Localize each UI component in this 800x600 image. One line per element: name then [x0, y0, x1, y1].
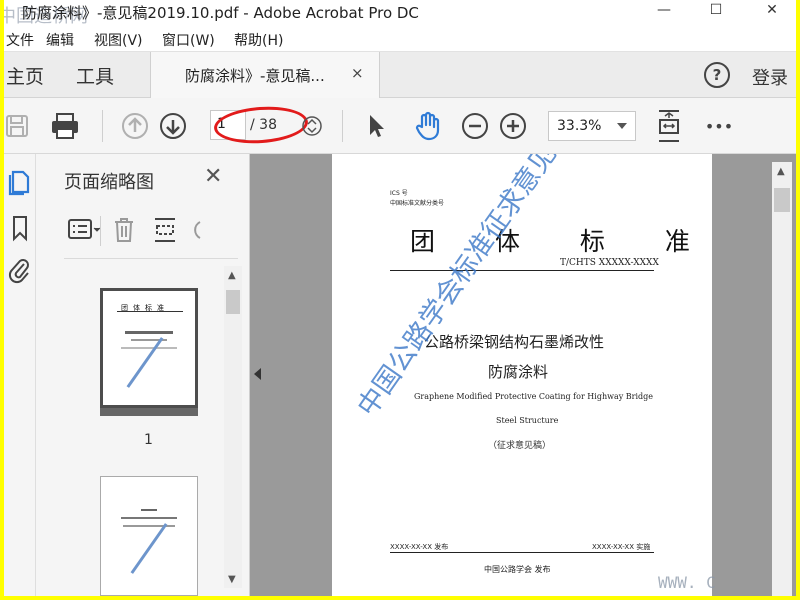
english-title-line-1: Graphene Modified Protective Coating for… — [414, 392, 654, 401]
save-icon[interactable] — [4, 98, 30, 154]
previous-page-icon[interactable] — [120, 98, 150, 154]
document-scrollbar[interactable]: ▲ — [772, 162, 792, 596]
close-panel-button[interactable]: ✕ — [204, 164, 222, 189]
thumbnails-panel: 页面缩略图 ✕ 团体标准 1 ▲ ▼ — [36, 154, 250, 596]
page-thumbnails-icon[interactable] — [8, 168, 32, 196]
toolbar: 1 / 38 33.3% ••• — [4, 98, 796, 154]
chevron-up-icon[interactable]: ▲ — [777, 166, 785, 177]
help-icon[interactable]: ? — [704, 62, 730, 88]
thumbnail-page-number: 1 — [144, 432, 153, 448]
print-icon[interactable] — [48, 98, 82, 154]
scrollbar-thumb[interactable] — [774, 188, 790, 212]
window-title: 防腐涂料》-意见稿2019.10.pdf - Adobe Acrobat Pro… — [22, 4, 419, 22]
navigation-rail — [4, 154, 36, 596]
rotate-page-icon[interactable] — [188, 218, 202, 246]
ics-number: ICS 号 — [390, 190, 408, 197]
page-thumbnail-2[interactable] — [100, 476, 198, 596]
document-viewer[interactable]: ICS 号 中国标准文献分类号 团 体 标 准 T/CHTS XXXXX-XXX… — [250, 154, 796, 596]
chevron-up-icon[interactable]: ▲ — [228, 270, 236, 281]
tab-bar: 主页 工具 防腐涂料》-意见稿... × ? 登录 — [4, 52, 796, 98]
publisher: 中国公路学会 发布 — [484, 565, 551, 574]
page-thumbnail-1[interactable]: 团体标准 — [100, 288, 198, 408]
footer-rule — [390, 552, 654, 553]
draft-label: （征求意见稿） — [488, 441, 552, 451]
tab-tools[interactable]: 工具 — [76, 62, 114, 89]
release-date: XXXX-XX-XX 发布 — [390, 543, 449, 551]
thumbnails-title: 页面缩略图 — [64, 172, 154, 193]
scrollbar-thumb[interactable] — [226, 290, 240, 314]
acrobat-window: 中国造桥网 防腐涂料》-意见稿2019.10.pdf - Adobe Acrob… — [4, 0, 796, 596]
menu-bar: 文件 编辑 视图(V) 窗口(W) 帮助(H) — [4, 26, 796, 52]
insert-page-icon[interactable] — [152, 216, 178, 248]
header-rule — [390, 270, 654, 271]
menu-file[interactable]: 文件 — [6, 30, 34, 50]
chinese-title-line-1: 公路桥梁钢结构石墨烯改性 — [424, 333, 605, 351]
english-title-line-2: Steel Structure — [496, 416, 559, 425]
title-bar: 中国造桥网 防腐涂料》-意见稿2019.10.pdf - Adobe Acrob… — [4, 0, 796, 27]
menu-help[interactable]: 帮助(H) — [234, 30, 283, 50]
zoom-in-icon[interactable] — [498, 98, 528, 154]
toolbar-divider — [102, 110, 103, 142]
delete-page-icon[interactable] — [112, 216, 136, 248]
close-window-button[interactable]: ✕ — [752, 0, 792, 24]
standard-code: T/CHTS XXXXX-XXXX — [560, 258, 659, 268]
site-watermark: WWW. C — [658, 573, 716, 592]
zoom-value: 33.3% — [557, 118, 602, 134]
bookmark-icon[interactable] — [8, 214, 32, 242]
page-stepper-icon[interactable] — [300, 98, 324, 154]
menu-edit[interactable]: 编辑 — [46, 30, 74, 50]
menu-view[interactable]: 视图(V) — [94, 30, 143, 50]
attachment-icon[interactable] — [8, 256, 32, 284]
panel-divider — [64, 258, 238, 259]
toolbar-divider — [100, 216, 101, 246]
select-arrow-icon[interactable] — [364, 98, 388, 154]
close-tab-button[interactable]: × — [351, 64, 364, 82]
draft-watermark-stamp: 中国公路学会标准征求意见稿 — [351, 154, 579, 423]
chevron-down-icon — [617, 123, 627, 129]
thumbnail-shadow — [100, 408, 198, 416]
minimize-button[interactable]: — — [644, 0, 684, 24]
hand-tool-icon[interactable] — [412, 98, 444, 154]
toolbar-divider — [342, 110, 343, 142]
thumbnails-scrollbar[interactable]: ▲ ▼ — [224, 266, 242, 588]
options-menu-icon[interactable] — [68, 218, 102, 246]
chevron-down-icon[interactable]: ▼ — [228, 574, 236, 585]
thumbnail-toolbar — [64, 212, 244, 250]
tab-home[interactable]: 主页 — [6, 62, 44, 89]
more-tools-button[interactable]: ••• — [704, 98, 734, 154]
collapse-panel-icon[interactable] — [254, 368, 261, 380]
next-page-icon[interactable] — [158, 98, 188, 154]
maximize-button[interactable]: ☐ — [696, 0, 736, 24]
chinese-title-line-2: 防腐涂料 — [488, 363, 549, 381]
tab-document[interactable]: 防腐涂料》-意见稿... × — [150, 52, 380, 98]
zoom-out-icon[interactable] — [460, 98, 490, 154]
menu-window[interactable]: 窗口(W) — [162, 30, 215, 50]
document-tab-label: 防腐涂料》-意见稿... — [185, 67, 325, 85]
pdf-page: ICS 号 中国标准文献分类号 团 体 标 准 T/CHTS XXXXX-XXX… — [332, 154, 712, 596]
implement-date: XXXX-XX-XX 实施 — [592, 543, 651, 551]
fit-page-icon[interactable] — [654, 98, 684, 154]
classification-number: 中国标准文献分类号 — [390, 200, 445, 207]
zoom-select[interactable]: 33.3% — [548, 111, 636, 141]
login-button[interactable]: 登录 — [752, 64, 788, 90]
